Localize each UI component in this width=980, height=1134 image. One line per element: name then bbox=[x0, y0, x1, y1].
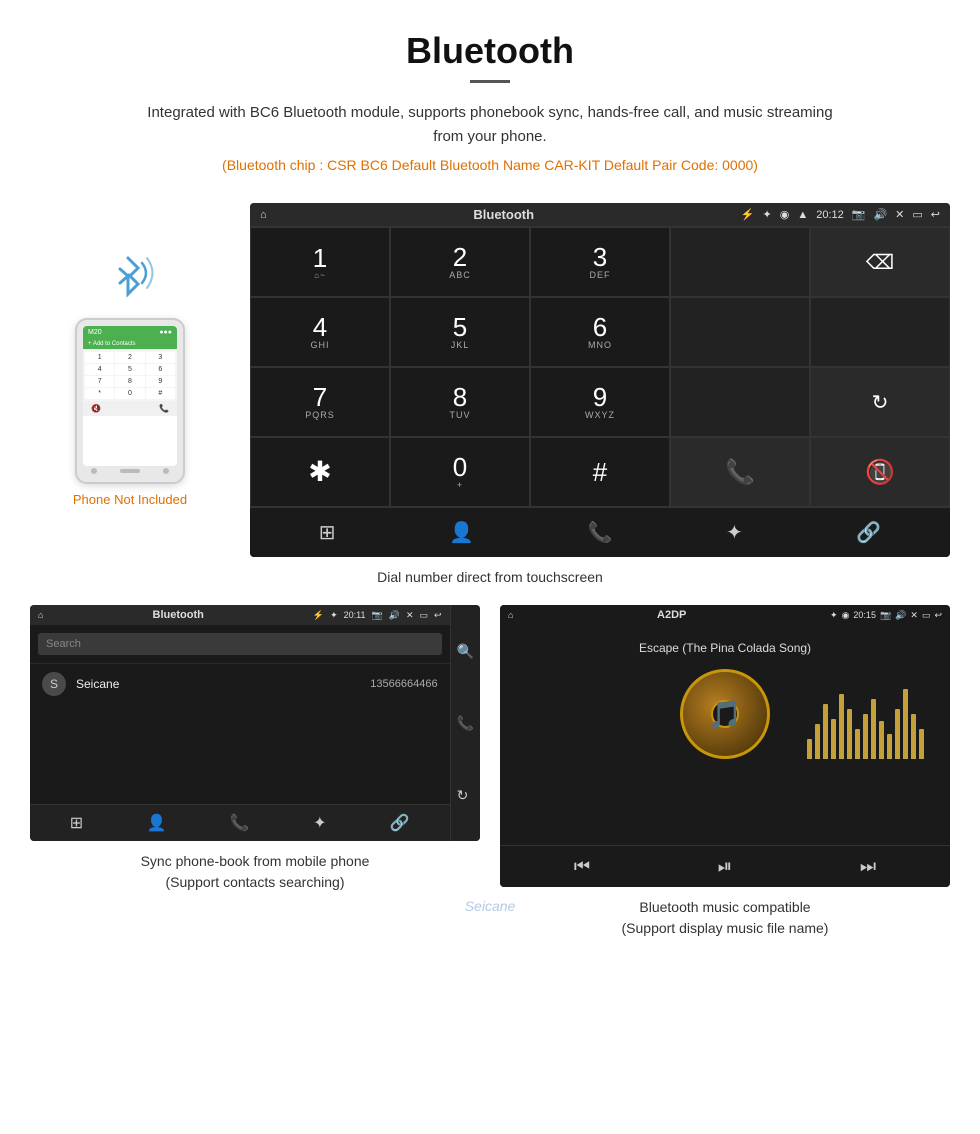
link-icon[interactable]: 🔗 bbox=[856, 520, 881, 545]
bt-icon: ✦ bbox=[763, 208, 772, 221]
lower-screenshots: ⌂ Bluetooth ⚡ ✦ 20:11 📷 🔊 ✕ ▭ ↩ bbox=[0, 605, 980, 939]
pb-contact-row: S Seicane 13566664466 bbox=[30, 663, 450, 704]
phonebook-screen: ⌂ Bluetooth ⚡ ✦ 20:11 📷 🔊 ✕ ▭ ↩ bbox=[30, 605, 480, 841]
dial-key-5[interactable]: 5 JKL bbox=[390, 297, 530, 367]
prev-track-icon[interactable]: ⏮ bbox=[574, 856, 590, 877]
dial-caption: Dial number direct from touchscreen bbox=[0, 569, 980, 585]
android-statusbar: ⌂ Bluetooth ⚡ ✦ ◉ ▲ 20:12 📷 🔊 ✕ ▭ ↩ bbox=[250, 203, 950, 226]
contact-name: Seicane bbox=[76, 677, 370, 691]
pb-bottom-bar: ⊞ 👤 📞 ✦ 🔗 bbox=[30, 804, 450, 841]
lower-section: ⌂ Bluetooth ⚡ ✦ 20:11 📷 🔊 ✕ ▭ ↩ bbox=[0, 605, 980, 939]
pb-dialpad-icon[interactable]: ⊞ bbox=[70, 813, 83, 833]
pb-refresh-icon[interactable]: ↻ bbox=[457, 787, 474, 804]
pb-statusbar: ⌂ Bluetooth ⚡ ✦ 20:11 📷 🔊 ✕ ▭ ↩ bbox=[30, 605, 450, 625]
pb-search-bar[interactable]: Search bbox=[38, 633, 442, 655]
dialpad-icon[interactable]: ⊞ bbox=[319, 520, 336, 545]
phone-screen: M20●●● + Add to Contacts 123 456 789 *0#… bbox=[83, 326, 177, 466]
page-title: Bluetooth bbox=[20, 30, 960, 72]
signal-icon: ▲ bbox=[797, 209, 808, 221]
bt-specs: (Bluetooth chip : CSR BC6 Default Blueto… bbox=[20, 157, 960, 173]
a2dp-block: ⌂ A2DP ✦ ◉ 20:15 📷 🔊 ✕ ▭ ↩ Escape (The P… bbox=[500, 605, 950, 939]
a2dp-content: Escape (The Pina Colada Song) 🎵 bbox=[500, 625, 950, 845]
dial-key-6[interactable]: 6 MNO bbox=[530, 297, 670, 367]
search-placeholder: Search bbox=[46, 638, 81, 650]
phone-icon[interactable]: 📞 bbox=[588, 520, 613, 545]
time-display: 20:12 bbox=[816, 209, 844, 221]
home-icon: ⌂ bbox=[260, 209, 267, 221]
phone-not-included-label: Phone Not Included bbox=[73, 492, 187, 507]
dial-key-7[interactable]: 7 PQRS bbox=[250, 367, 390, 437]
title-divider bbox=[470, 80, 510, 83]
camera-icon: 📷 bbox=[852, 208, 866, 221]
dial-key-1[interactable]: 1 ⌂~ bbox=[250, 227, 390, 297]
a2dp-caption: Bluetooth music compatible (Support disp… bbox=[500, 897, 950, 939]
bluetooth-icon[interactable]: ✦ bbox=[726, 520, 743, 545]
play-pause-icon[interactable]: ⏯ bbox=[718, 856, 732, 877]
pb-right-icons: 🔍 📞 ↻ bbox=[450, 605, 480, 841]
phonebook-block: ⌂ Bluetooth ⚡ ✦ 20:11 📷 🔊 ✕ ▭ ↩ bbox=[30, 605, 480, 939]
phone-dialpad: 123 456 789 *0# bbox=[83, 350, 177, 401]
dial-call[interactable]: 📞 bbox=[670, 437, 810, 507]
dial-hangup[interactable]: 📵 bbox=[810, 437, 950, 507]
window-icon: ▭ bbox=[912, 208, 922, 221]
a2dp-statusbar: ⌂ A2DP ✦ ◉ 20:15 📷 🔊 ✕ ▭ ↩ bbox=[500, 605, 950, 625]
phone-screen-header: M20●●● bbox=[83, 326, 177, 339]
dial-empty-3 bbox=[670, 367, 810, 437]
dial-display bbox=[670, 227, 810, 297]
dial-backspace[interactable]: ⌫ bbox=[810, 227, 950, 297]
usb-icon: ⚡ bbox=[741, 208, 755, 221]
android-bottom-bar: ⊞ 👤 📞 ✦ 🔗 bbox=[250, 507, 950, 557]
dial-key-2[interactable]: 2 ABC bbox=[390, 227, 530, 297]
pb-phone-side-icon[interactable]: 📞 bbox=[457, 715, 474, 732]
screen-title: Bluetooth bbox=[275, 207, 733, 222]
contacts-icon[interactable]: 👤 bbox=[449, 520, 474, 545]
dial-key-4[interactable]: 4 GHI bbox=[250, 297, 390, 367]
music-note-icon: 🎵 bbox=[708, 698, 743, 731]
album-art: 🎵 bbox=[680, 669, 770, 759]
dial-empty-1 bbox=[670, 297, 810, 367]
pb-link-icon[interactable]: 🔗 bbox=[390, 813, 410, 833]
a2dp-controls: ⏮ ⏯ ⏭ bbox=[500, 845, 950, 887]
location-icon: ◉ bbox=[780, 208, 790, 221]
song-name: Escape (The Pina Colada Song) bbox=[639, 641, 811, 655]
page-description: Integrated with BC6 Bluetooth module, su… bbox=[140, 101, 840, 149]
dial-key-8[interactable]: 8 TUV bbox=[390, 367, 530, 437]
pb-contacts-icon[interactable]: 👤 bbox=[146, 813, 166, 833]
dial-key-3[interactable]: 3 DEF bbox=[530, 227, 670, 297]
dialpad-grid: 1 ⌂~ 2 ABC 3 DEF ⌫ 4 GHI 5 JKL bbox=[250, 226, 950, 507]
pb-call-icon[interactable]: 📞 bbox=[230, 813, 250, 833]
main-section: M20●●● + Add to Contacts 123 456 789 *0#… bbox=[0, 203, 980, 557]
phone-frame: M20●●● + Add to Contacts 123 456 789 *0#… bbox=[75, 318, 185, 484]
dial-refresh[interactable]: ↻ bbox=[810, 367, 950, 437]
android-dial-screen: ⌂ Bluetooth ⚡ ✦ ◉ ▲ 20:12 📷 🔊 ✕ ▭ ↩ 1 ⌂~… bbox=[250, 203, 950, 557]
next-track-icon[interactable]: ⏭ bbox=[860, 856, 876, 877]
contact-number: 13566664466 bbox=[370, 678, 437, 690]
page-header: Bluetooth Integrated with BC6 Bluetooth … bbox=[0, 0, 980, 203]
phonebook-caption: Sync phone-book from mobile phone (Suppo… bbox=[30, 851, 480, 893]
dial-key-0[interactable]: 0 + bbox=[390, 437, 530, 507]
dial-empty-2 bbox=[810, 297, 950, 367]
dial-key-hash[interactable]: # bbox=[530, 437, 670, 507]
pb-search-icon[interactable]: 🔍 bbox=[457, 643, 474, 660]
back-icon: ↩ bbox=[931, 208, 940, 221]
pb-bt-icon[interactable]: ✦ bbox=[313, 813, 326, 833]
phone-bottom-bar bbox=[83, 466, 177, 476]
dial-key-star[interactable]: ✱ bbox=[250, 437, 390, 507]
dial-key-9[interactable]: 9 WXYZ bbox=[530, 367, 670, 437]
bt-signal-icon bbox=[100, 243, 160, 308]
phone-illustration: M20●●● + Add to Contacts 123 456 789 *0#… bbox=[30, 203, 230, 507]
contact-initial: S bbox=[42, 672, 66, 696]
volume-icon: 🔊 bbox=[873, 208, 887, 221]
x-icon: ✕ bbox=[895, 208, 904, 221]
a2dp-screen: ⌂ A2DP ✦ ◉ 20:15 📷 🔊 ✕ ▭ ↩ Escape (The P… bbox=[500, 605, 950, 887]
